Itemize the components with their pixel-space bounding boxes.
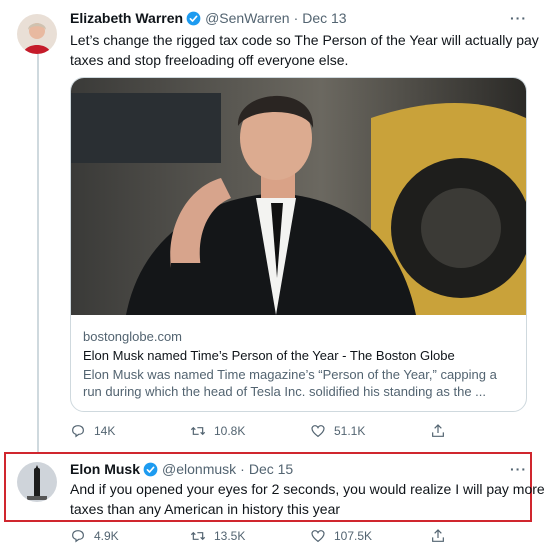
tweet-text-line: And if you opened your eyes for 2 second… bbox=[70, 481, 545, 497]
tweet-date[interactable]: Dec 13 bbox=[302, 10, 346, 26]
reply-count: 14K bbox=[94, 424, 116, 438]
author-handle[interactable]: @elonmusk bbox=[162, 461, 236, 477]
author-name[interactable]: Elizabeth Warren bbox=[70, 10, 183, 26]
retweet-button[interactable]: 10.8K bbox=[190, 423, 310, 439]
like-button[interactable]: 51.1K bbox=[310, 423, 430, 439]
card-title: Elon Musk named Time’s Person of the Yea… bbox=[83, 348, 455, 363]
card-description-line: Elon Musk was named Time magazine’s “Per… bbox=[83, 367, 497, 382]
heart-icon bbox=[311, 425, 325, 438]
more-options-icon[interactable]: ··· bbox=[510, 461, 527, 477]
share-button[interactable] bbox=[430, 423, 545, 439]
card-domain: bostonglobe.com bbox=[83, 329, 183, 344]
share-icon bbox=[432, 529, 444, 542]
thread-line bbox=[37, 54, 39, 454]
action-bar: 14K 10.8K 51.1K bbox=[70, 423, 545, 439]
tweet-text: Let’s change the rigged tax code so The … bbox=[70, 30, 539, 70]
reply-button[interactable]: 14K bbox=[70, 423, 190, 439]
retweet-count: 10.8K bbox=[214, 424, 246, 438]
verified-badge-icon bbox=[143, 462, 158, 476]
share-icon bbox=[432, 424, 444, 437]
tweet-text-line: Let’s change the rigged tax code so The … bbox=[70, 32, 539, 48]
avatar-musk[interactable] bbox=[17, 462, 57, 502]
retweet-icon bbox=[190, 426, 206, 436]
tweet-text-line: taxes and stop freeloading off everyone … bbox=[70, 52, 349, 68]
card-image bbox=[71, 78, 526, 315]
tweet-header: Elizabeth Warren @SenWarren · Dec 13 bbox=[70, 10, 347, 26]
tweet-text: And if you opened your eyes for 2 second… bbox=[70, 479, 545, 519]
tweet-header: Elon Musk @elonmusk · Dec 15 bbox=[70, 461, 293, 477]
like-button[interactable]: 107.5K bbox=[310, 528, 430, 544]
retweet-count: 13.5K bbox=[214, 529, 246, 543]
reply-button[interactable]: 4.9K bbox=[70, 528, 190, 544]
like-count: 107.5K bbox=[334, 529, 373, 543]
action-bar: 4.9K 13.5K 107.5K bbox=[70, 528, 545, 544]
retweet-icon bbox=[190, 531, 206, 541]
card-description-line: run during which the head of Tesla Inc. … bbox=[83, 384, 487, 399]
tweet-text-line: taxes than any American in history this … bbox=[70, 501, 341, 517]
retweet-button[interactable]: 13.5K bbox=[190, 528, 310, 544]
like-count: 51.1K bbox=[334, 424, 366, 438]
reply-icon bbox=[72, 425, 84, 438]
more-options-icon[interactable]: ··· bbox=[510, 10, 527, 26]
card-description: Elon Musk was named Time magazine’s “Per… bbox=[83, 366, 513, 400]
link-card[interactable]: bostonglobe.com Elon Musk named Time’s P… bbox=[70, 77, 527, 412]
reply-icon bbox=[72, 530, 84, 543]
share-button[interactable] bbox=[430, 528, 545, 544]
separator-dot: · bbox=[240, 461, 245, 477]
tweet-date[interactable]: Dec 15 bbox=[249, 461, 293, 477]
verified-badge-icon bbox=[186, 11, 201, 25]
reply-count: 4.9K bbox=[94, 529, 119, 543]
heart-icon bbox=[311, 530, 325, 543]
separator-dot: · bbox=[293, 10, 299, 26]
author-handle[interactable]: @SenWarren bbox=[205, 10, 290, 26]
avatar-warren[interactable] bbox=[17, 14, 57, 54]
author-name[interactable]: Elon Musk bbox=[70, 461, 140, 477]
